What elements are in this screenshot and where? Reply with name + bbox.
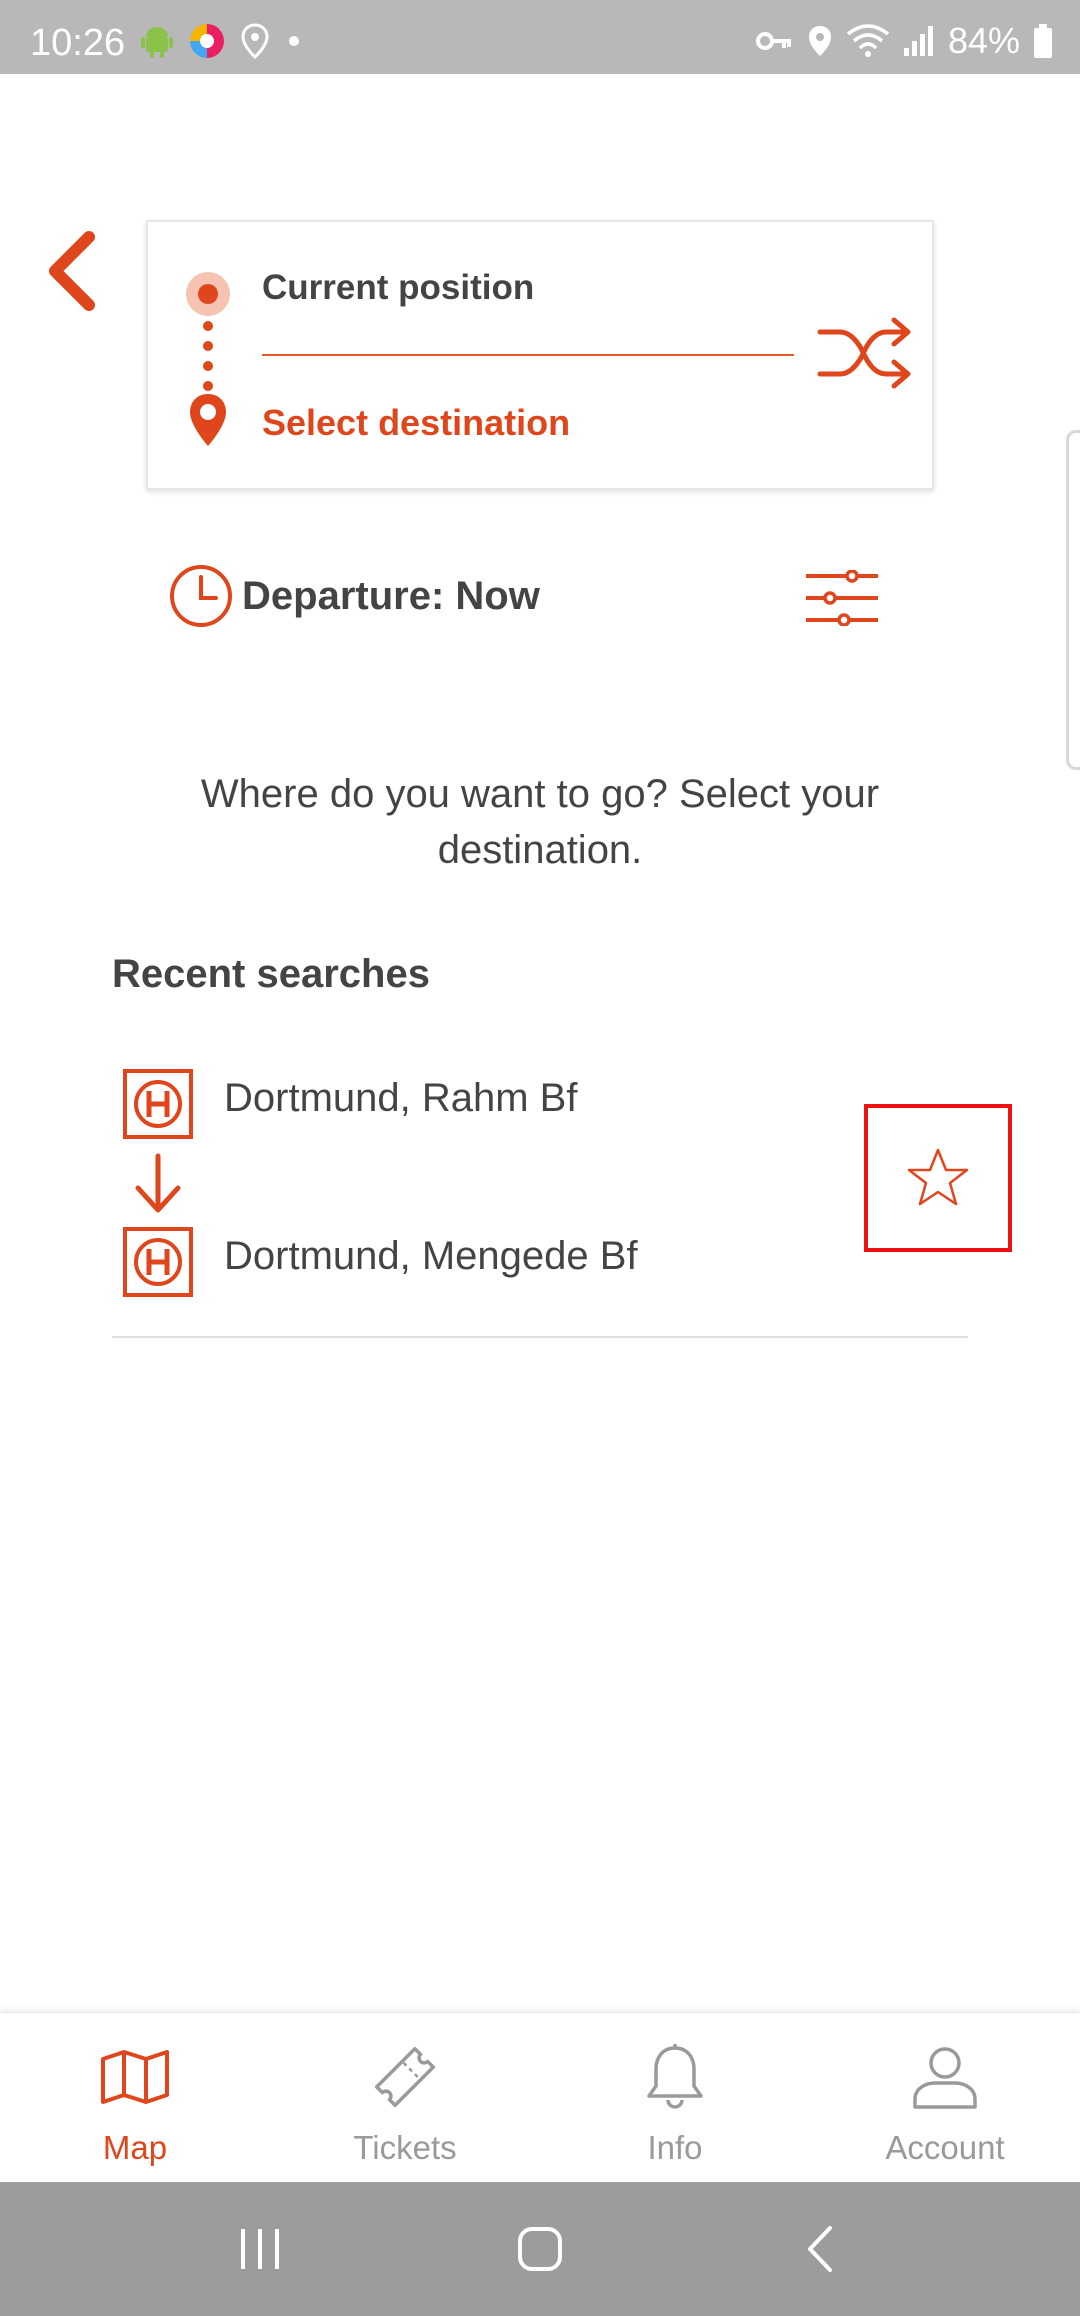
system-back-button[interactable] bbox=[780, 2209, 860, 2289]
departure-label: Departure: Now bbox=[242, 573, 540, 618]
recent-from-stop: Dortmund, Rahm Bf bbox=[224, 1076, 578, 1120]
map-icon bbox=[101, 2050, 169, 2104]
android-icon bbox=[141, 27, 173, 58]
signal-icon bbox=[903, 26, 933, 56]
route-card: Current position Select destination bbox=[146, 220, 934, 490]
recent-searches-title: Recent searches bbox=[112, 952, 430, 996]
field-divider bbox=[262, 354, 794, 356]
home-icon bbox=[518, 2227, 562, 2271]
location-icon bbox=[241, 23, 269, 59]
dot-icon bbox=[289, 36, 299, 46]
nav-map-label: Map bbox=[102, 2129, 168, 2166]
current-position-icon bbox=[186, 272, 230, 316]
nav-account-label: Account bbox=[885, 2129, 1005, 2166]
clock-icon bbox=[170, 565, 232, 627]
swap-arrows-icon bbox=[817, 317, 911, 389]
route-dots bbox=[203, 321, 213, 391]
destination-pin-icon bbox=[190, 394, 226, 446]
side-panel-handle[interactable] bbox=[1066, 430, 1080, 770]
home-button[interactable] bbox=[500, 2209, 580, 2289]
bell-icon bbox=[647, 2044, 703, 2109]
bottom-navigation: Map Tickets Info Account bbox=[0, 2012, 1080, 2182]
status-time: 10:26 bbox=[30, 22, 126, 64]
user-icon bbox=[913, 2047, 977, 2109]
sliders-icon bbox=[806, 570, 878, 626]
nav-info-label: Info bbox=[647, 2129, 703, 2166]
status-left-icons bbox=[140, 22, 304, 60]
battery-icon bbox=[1034, 24, 1052, 58]
favorite-button[interactable] bbox=[864, 1104, 1012, 1252]
arrow-down-icon bbox=[135, 1153, 181, 1213]
system-navigation-bar bbox=[0, 2182, 1080, 2316]
recent-apps-button[interactable] bbox=[220, 2209, 300, 2289]
battery-percentage: 84% bbox=[947, 20, 1020, 61]
recent-search-item[interactable]: Dortmund, Rahm Bf Dortmund, Mengede Bf bbox=[112, 1056, 1012, 1338]
destination-field[interactable]: Select destination bbox=[262, 402, 570, 444]
status-right-icons: 84% bbox=[754, 20, 1054, 62]
colorful-app-icon bbox=[190, 24, 224, 58]
back-button[interactable] bbox=[36, 226, 106, 316]
star-icon bbox=[907, 1148, 969, 1206]
ticket-icon bbox=[374, 2046, 436, 2108]
swap-route-button[interactable] bbox=[814, 312, 914, 396]
nav-tickets[interactable]: Tickets bbox=[270, 2013, 540, 2182]
status-bar: 10:26 84% bbox=[0, 0, 1080, 74]
filter-options-button[interactable] bbox=[800, 560, 884, 636]
chevron-left-icon bbox=[49, 231, 95, 311]
recent-apps-icon bbox=[241, 2229, 279, 2269]
wifi-icon bbox=[846, 24, 890, 57]
bus-stop-icon bbox=[123, 1227, 193, 1297]
back-arrow-icon bbox=[808, 2226, 832, 2272]
nav-tickets-label: Tickets bbox=[353, 2129, 457, 2166]
departure-time-button[interactable]: Departure: Now bbox=[168, 560, 540, 632]
nav-map[interactable]: Map bbox=[0, 2013, 270, 2182]
nav-account[interactable]: Account bbox=[810, 2013, 1080, 2182]
vpn-key-icon bbox=[755, 32, 791, 50]
destination-prompt: Where do you want to go? Select your des… bbox=[200, 772, 880, 872]
recent-to-stop: Dortmund, Mengede Bf bbox=[224, 1234, 638, 1278]
nav-info[interactable]: Info bbox=[540, 2013, 810, 2182]
origin-field[interactable]: Current position bbox=[262, 268, 534, 308]
location-icon bbox=[808, 26, 831, 56]
bus-stop-icon bbox=[123, 1069, 193, 1139]
